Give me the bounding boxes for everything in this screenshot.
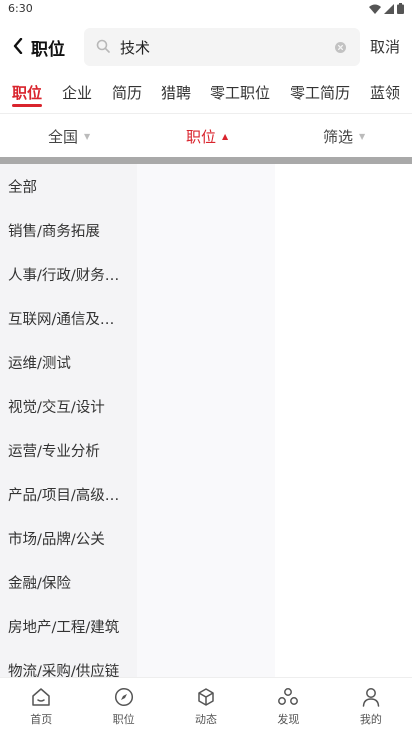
category-item[interactable]: 市场/品牌/公关: [0, 516, 137, 560]
tab-gig-resumes[interactable]: 零工简历: [290, 82, 350, 103]
home-icon: [30, 686, 52, 708]
cancel-button[interactable]: 取消: [370, 36, 400, 57]
search-box[interactable]: [84, 28, 360, 66]
tab-resumes[interactable]: 简历: [112, 82, 142, 103]
nav-discover-label: 发现: [277, 713, 300, 726]
category-item[interactable]: 视觉/交互/设计: [0, 384, 137, 428]
nav-feed[interactable]: 动态: [165, 678, 247, 732]
filter-screening-label: 筛选: [323, 128, 354, 146]
type-tabs: 职位 企业 简历 猎聘 零工职位 零工简历 蓝领: [0, 76, 412, 112]
category-item[interactable]: 金融/保险: [0, 560, 137, 604]
category-item[interactable]: 互联网/通信及…: [0, 296, 137, 340]
filter-region[interactable]: 全国 ▼: [48, 126, 90, 147]
filter-screening[interactable]: 筛选 ▼: [323, 126, 365, 147]
battery-icon: [397, 3, 404, 14]
clear-icon[interactable]: [335, 42, 346, 53]
chevron-left-icon: [13, 38, 23, 54]
nav-home-label: 首页: [30, 713, 53, 726]
tab-headhunting[interactable]: 猎聘: [161, 82, 191, 103]
filter-region-label: 全国: [48, 128, 79, 146]
category-item[interactable]: 房地产/工程/建筑: [0, 604, 137, 648]
filter-position[interactable]: 职位 ▲: [186, 126, 228, 147]
tab-companies[interactable]: 企业: [62, 82, 92, 103]
wifi-icon: [369, 4, 381, 14]
active-tab-indicator: [12, 104, 42, 107]
category-item[interactable]: 销售/商务拓展: [0, 208, 137, 252]
nav-feed-label: 动态: [195, 713, 218, 726]
discover-icon: [277, 686, 299, 708]
status-time: 6:30: [8, 2, 33, 15]
tab-jobs[interactable]: 职位: [12, 82, 42, 103]
category-list: 全部 销售/商务拓展 人事/行政/财务… 互联网/通信及… 运维/测试 视觉/交…: [0, 164, 137, 677]
category-item[interactable]: 物流/采购/供应链: [0, 648, 137, 678]
category-item-all[interactable]: 全部: [0, 164, 137, 208]
bottom-nav: 首页 职位 动态 发现 我的: [0, 677, 412, 732]
status-bar: 6:30: [0, 0, 412, 20]
search-input[interactable]: [120, 28, 320, 66]
caret-up-icon: ▲: [222, 132, 229, 141]
user-icon: [360, 686, 382, 708]
nav-mine[interactable]: 我的: [330, 678, 412, 732]
tab-gig-jobs[interactable]: 零工职位: [210, 82, 270, 103]
search-icon: [96, 39, 110, 53]
caret-down-icon: ▼: [359, 132, 366, 141]
subcategory-panel: [137, 164, 275, 677]
nav-jobs[interactable]: 职位: [82, 678, 164, 732]
filter-position-label: 职位: [186, 128, 217, 146]
page-title: 职位: [31, 40, 65, 60]
signal-icon: [384, 3, 394, 14]
nav-jobs-label: 职位: [112, 713, 135, 726]
status-icons: [369, 3, 404, 14]
tab-blue-collar[interactable]: 蓝领: [370, 82, 400, 103]
category-item[interactable]: 运维/测试: [0, 340, 137, 384]
category-item[interactable]: 产品/项目/高级…: [0, 472, 137, 516]
nav-home[interactable]: 首页: [0, 678, 82, 732]
nav-discover[interactable]: 发现: [247, 678, 329, 732]
back-button[interactable]: [8, 34, 28, 58]
category-item[interactable]: 运营/专业分析: [0, 428, 137, 472]
compass-icon: [113, 686, 135, 708]
detail-panel: [275, 164, 412, 677]
caret-down-icon: ▼: [84, 132, 91, 141]
search-header: 职位 取消: [0, 24, 412, 70]
filter-bar: 全国 ▼ 职位 ▲ 筛选 ▼: [0, 114, 412, 156]
nav-mine-label: 我的: [359, 713, 382, 726]
dropdown-shade: [0, 157, 412, 164]
cube-icon: [195, 686, 217, 708]
category-item[interactable]: 人事/行政/财务…: [0, 252, 137, 296]
